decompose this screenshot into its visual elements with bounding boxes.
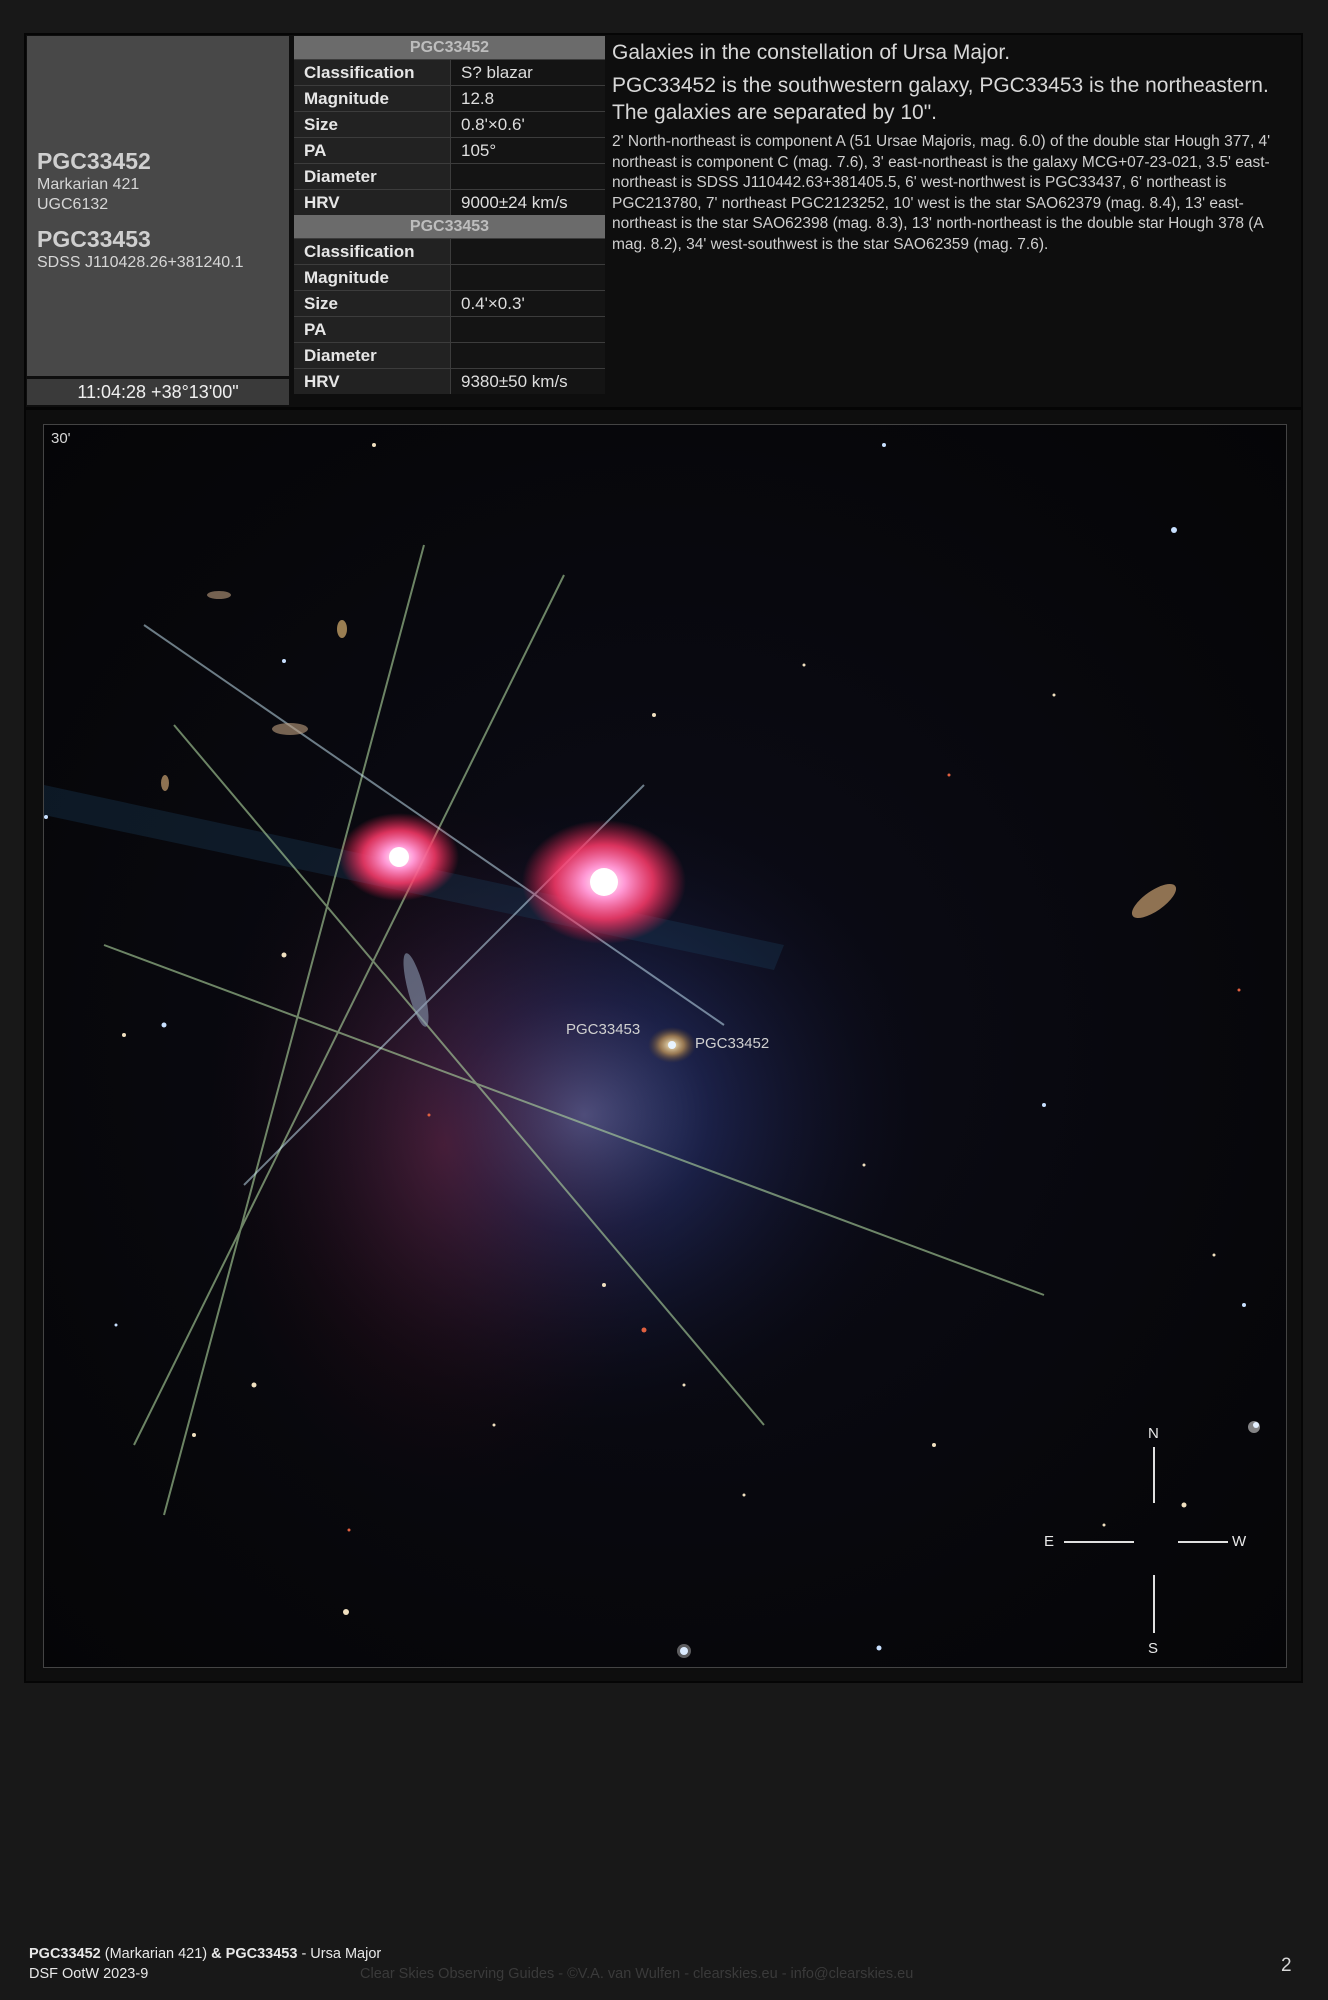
row-label: Diameter — [294, 342, 451, 369]
row-label: Classification — [294, 238, 451, 265]
table-row: HRV 9000±24 km/s — [294, 189, 605, 215]
row-value — [450, 238, 605, 265]
object1-alt1: Markarian 421 — [37, 176, 140, 193]
galaxy-label-pgc33452: PGC33452 — [695, 1035, 770, 1052]
description-line3: The galaxies are separated by 10". — [612, 101, 937, 124]
compass: N S E W — [1044, 1425, 1247, 1657]
row-label: HRV — [294, 368, 451, 394]
row-value: 105° — [450, 137, 605, 164]
scale-label: 30' — [51, 430, 71, 447]
page-number: 2 — [1281, 1955, 1292, 1976]
table-row: Diameter — [294, 163, 605, 190]
row-value — [450, 316, 605, 343]
row-label: PA — [294, 316, 451, 343]
table-row: Magnitude 12.8 — [294, 85, 605, 112]
compass-w: W — [1232, 1533, 1247, 1550]
row-value: 0.8'×0.6' — [450, 111, 605, 138]
compass-south-arm — [1153, 1575, 1155, 1633]
row-value: 9000±24 km/s — [450, 189, 605, 215]
row-label: Classification — [294, 59, 451, 86]
row-label: PA — [294, 137, 451, 164]
footer-title-mid: (Markarian 421) — [100, 1946, 212, 1962]
galaxy-label-pgc33453: PGC33453 — [566, 1021, 641, 1038]
row-label: Magnitude — [294, 85, 451, 112]
description-line2: PGC33452 is the southwestern galaxy, PGC… — [612, 74, 1269, 97]
compass-e: E — [1044, 1533, 1055, 1550]
table-row: HRV 9380±50 km/s — [294, 368, 605, 394]
description: Galaxies in the constellation of Ursa Ma… — [612, 39, 1292, 255]
row-value: 9380±50 km/s — [450, 368, 605, 394]
footer-credit: Clear Skies Observing Guides - ©V.A. van… — [360, 1966, 914, 1982]
compass-n: N — [1148, 1425, 1159, 1442]
row-value — [450, 264, 605, 291]
footer-title-tail: - Ursa Major — [297, 1946, 382, 1962]
table1-header: PGC33452 — [294, 36, 605, 59]
footer-series: DSF OotW 2023-9 — [29, 1966, 149, 1982]
table1: Classification S? blazar Magnitude 12.8 Si… — [294, 59, 605, 215]
object1-alt2: UGC6132 — [37, 196, 109, 213]
sky-image: 30' PGC33453 PGC33452 N S E W — [43, 424, 1287, 1668]
row-label: Magnitude — [294, 264, 451, 291]
row-value: S? blazar — [450, 59, 605, 86]
row-value — [450, 342, 605, 369]
row-label: Size — [294, 290, 451, 317]
table-row: Classification — [294, 238, 605, 265]
footer-title-amp: & — [211, 1946, 222, 1962]
coordinates: 11:04:28 +38°13'00" — [27, 379, 289, 405]
table-row: PA 105° — [294, 137, 605, 164]
row-label: Size — [294, 111, 451, 138]
row-value: 0.4'×0.3' — [450, 290, 605, 317]
object2-alt1: SDSS J110428.26+381240.1 — [37, 254, 244, 271]
compass-north-arm — [1153, 1447, 1155, 1503]
footer-title-object2: PGC33453 — [221, 1946, 298, 1962]
table-row: Diameter — [294, 342, 605, 369]
footer-title: PGC33452 (Markarian 421) & PGC33453 - Ur… — [29, 1946, 381, 1962]
table2: Classification Magnitude Size 0.4'×0.3' P… — [294, 238, 605, 394]
description-line1: Galaxies in the constellation of Ursa Ma… — [612, 41, 1011, 64]
description-details: 2' North-northeast is component A (51 Ur… — [612, 133, 1271, 253]
table-row: Size 0.8'×0.6' — [294, 111, 605, 138]
row-label: HRV — [294, 189, 451, 215]
compass-east-arm — [1064, 1541, 1134, 1543]
properties-tables: PGC33452 Classification S? blazar Magnitu… — [294, 36, 605, 394]
table2-header: PGC33453 — [294, 215, 605, 238]
row-value: 12.8 — [450, 85, 605, 112]
table-row: Size 0.4'×0.3' — [294, 290, 605, 317]
table-row: Magnitude — [294, 264, 605, 291]
table-row: PA — [294, 316, 605, 343]
info-header: PGC33452 Markarian 421 UGC6132 PGC33453 … — [26, 35, 1301, 410]
compass-west-arm — [1178, 1541, 1228, 1543]
row-label: Diameter — [294, 163, 451, 190]
object1-block: PGC33452 Markarian 421 UGC6132 — [37, 148, 151, 215]
content-frame: PGC33452 Markarian 421 UGC6132 PGC33453 … — [24, 33, 1303, 1683]
footer-title-object1: PGC33452 — [29, 1946, 101, 1962]
table-row: Classification S? blazar — [294, 59, 605, 86]
object-id-panel: PGC33452 Markarian 421 UGC6132 PGC33453 … — [27, 36, 289, 376]
object2-name: PGC33453 — [37, 226, 151, 252]
row-value — [450, 163, 605, 190]
object1-name: PGC33452 — [37, 148, 151, 174]
object2-block: PGC33453 SDSS J110428.26+381240.1 — [37, 226, 244, 273]
compass-s: S — [1148, 1640, 1159, 1657]
